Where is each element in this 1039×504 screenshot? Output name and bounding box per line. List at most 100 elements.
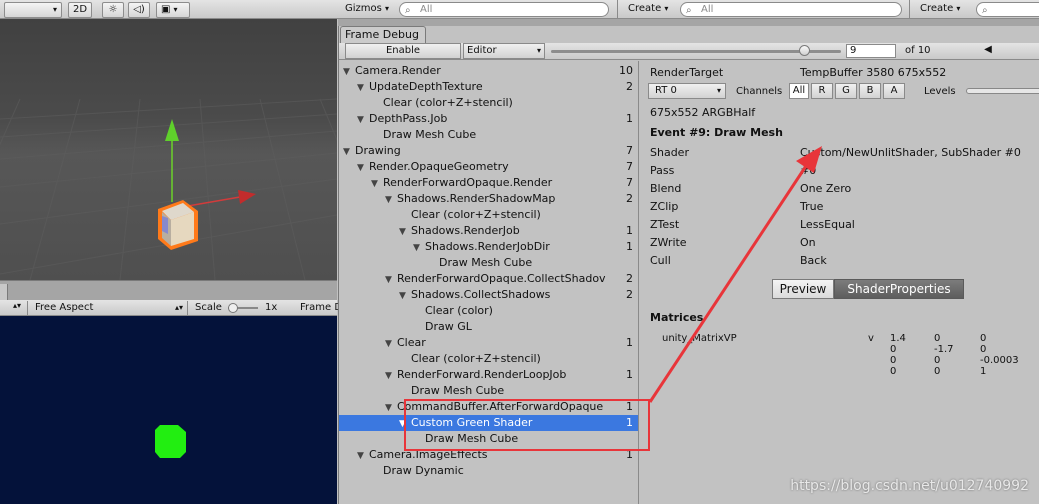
preview-tab[interactable]: Preview bbox=[772, 279, 834, 299]
chevron-down-icon: ▾ bbox=[536, 46, 541, 55]
tree-row[interactable]: ▼ Camera.Render 10 bbox=[339, 63, 638, 80]
sun-icon: ☼ bbox=[108, 4, 118, 15]
audio-toggle-button[interactable]: ◁) bbox=[128, 2, 150, 18]
tree-row[interactable]: ▼ Clear 1 bbox=[339, 335, 638, 352]
tree-row[interactable]: Draw Mesh Cube bbox=[339, 383, 638, 399]
matrices-title: Matrices bbox=[650, 311, 704, 324]
expand-triangle-icon[interactable]: ▼ bbox=[399, 224, 411, 240]
tree-row[interactable]: ▼ Shadows.RenderJobDir 1 bbox=[339, 239, 638, 256]
frame-slider-thumb[interactable] bbox=[799, 45, 810, 56]
tree-row[interactable]: ▼ Shadows.RenderShadowMap 2 bbox=[339, 191, 638, 208]
tree-row[interactable]: ▼ Render.OpaqueGeometry 7 bbox=[339, 159, 638, 176]
game-toolbar: ▴▾ Free Aspect ▴▾ Scale 1x Frame D bbox=[0, 300, 342, 316]
caret-left-icon: ◀ bbox=[984, 44, 992, 55]
tree-row[interactable]: ▼ RenderForward.RenderLoopJob 1 bbox=[339, 367, 638, 384]
expand-triangle-icon[interactable]: ▼ bbox=[413, 240, 425, 256]
tree-row-count: 1 bbox=[626, 112, 633, 125]
tree-row[interactable]: ▼ DepthPass.Job 1 bbox=[339, 111, 638, 128]
hierarchy-search-input[interactable]: ⌕ All bbox=[680, 2, 902, 17]
create-dropdown-right[interactable]: Create ▾ bbox=[916, 2, 972, 18]
tree-row[interactable]: ▼ UpdateDepthTexture 2 bbox=[339, 79, 638, 96]
shading-mode-dropdown[interactable]: ▾ bbox=[4, 2, 62, 18]
x-axis-arrow-icon bbox=[238, 190, 256, 204]
prev-frame-button[interactable]: ◀ bbox=[969, 43, 1007, 59]
matrix-name: unity_MatrixVP bbox=[662, 333, 737, 344]
expand-triangle-icon[interactable]: ▼ bbox=[385, 272, 397, 288]
expand-triangle-icon[interactable]: ▼ bbox=[385, 192, 397, 208]
game-canvas bbox=[155, 425, 186, 458]
expand-triangle-icon[interactable]: ▼ bbox=[399, 288, 411, 304]
frame-debug-toolbar: Enable Editor ▾ 9 of 10 ◀ bbox=[339, 43, 1039, 60]
shader-properties-tab[interactable]: ShaderProperties bbox=[834, 279, 964, 299]
property-value: Back bbox=[800, 254, 827, 267]
chevron-down-icon: ▴▾ bbox=[12, 301, 21, 310]
matrix-cell: -1.7 bbox=[934, 344, 954, 355]
next-frame-button[interactable] bbox=[1007, 43, 1039, 59]
project-toolbar: Create ▾ ⌕ bbox=[909, 0, 1039, 19]
scene-search-input[interactable]: ⌕ All bbox=[399, 2, 609, 17]
effects-dropdown[interactable]: ▣ ▾ bbox=[156, 2, 190, 18]
tree-row[interactable]: Draw Dynamic bbox=[339, 463, 638, 479]
tree-row[interactable]: ▼ Shadows.CollectShadows 2 bbox=[339, 287, 638, 304]
tree-row[interactable]: ▼ RenderForwardOpaque.Render 7 bbox=[339, 175, 638, 192]
tree-row-label: Draw Mesh Cube bbox=[411, 384, 505, 397]
tree-row-label: ▼ Shadows.CollectShadows bbox=[399, 287, 629, 304]
tree-row[interactable]: Clear (color+Z+stencil) bbox=[339, 207, 638, 223]
channel-r-button[interactable]: R bbox=[811, 83, 833, 99]
tree-row[interactable]: Draw Mesh Cube bbox=[339, 255, 638, 271]
target-dropdown[interactable]: Editor ▾ bbox=[463, 43, 545, 59]
expand-triangle-icon[interactable]: ▼ bbox=[385, 400, 397, 416]
tree-row-label: Clear (color+Z+stencil) bbox=[411, 208, 541, 221]
expand-triangle-icon[interactable]: ▼ bbox=[357, 80, 369, 96]
tree-row[interactable]: Draw Mesh Cube bbox=[339, 127, 638, 143]
tree-row[interactable]: ▼ Drawing 7 bbox=[339, 143, 638, 160]
tree-row-count: 1 bbox=[626, 336, 633, 349]
tree-row-count: 2 bbox=[626, 288, 633, 301]
lighting-toggle-button[interactable]: ☼ bbox=[102, 2, 124, 18]
tree-row-label: ▼ Shadows.RenderJobDir bbox=[413, 239, 629, 256]
frame-slider-track[interactable] bbox=[551, 45, 841, 56]
scale-slider-thumb[interactable] bbox=[228, 303, 238, 313]
enable-button[interactable]: Enable bbox=[345, 43, 461, 59]
expand-triangle-icon[interactable]: ▼ bbox=[343, 64, 355, 80]
tree-row-count: 7 bbox=[626, 144, 633, 157]
tree-row[interactable]: Clear (color+Z+stencil) bbox=[339, 351, 638, 367]
levels-slider[interactable] bbox=[966, 88, 1039, 94]
property-value: LessEqual bbox=[800, 218, 855, 231]
channels-label: Channels bbox=[736, 86, 783, 97]
toggle-2d-button[interactable]: 2D bbox=[68, 2, 92, 18]
channel-g-button[interactable]: G bbox=[835, 83, 857, 99]
expand-triangle-icon[interactable]: ▼ bbox=[357, 448, 369, 464]
matrix-cell: 1 bbox=[980, 366, 987, 377]
expand-triangle-icon[interactable]: ▼ bbox=[343, 144, 355, 160]
channel-a-button[interactable]: A bbox=[883, 83, 905, 99]
chevron-down-icon: ▾ bbox=[385, 4, 390, 13]
display-dropdown[interactable]: ▴▾ bbox=[0, 301, 28, 315]
expand-triangle-icon[interactable]: ▼ bbox=[357, 160, 369, 176]
expand-triangle-icon[interactable]: ▼ bbox=[371, 176, 383, 192]
tree-row[interactable]: Clear (color) bbox=[339, 303, 638, 319]
expand-triangle-icon[interactable]: ▼ bbox=[385, 368, 397, 384]
aspect-dropdown[interactable]: Free Aspect ▴▾ bbox=[32, 301, 188, 315]
frame-index-input[interactable]: 9 bbox=[846, 44, 896, 58]
scale-slider[interactable] bbox=[228, 303, 258, 313]
game-tab[interactable] bbox=[0, 284, 8, 301]
tree-row[interactable]: Draw GL bbox=[339, 319, 638, 335]
tree-row[interactable]: ▼ RenderForwardOpaque.CollectShadov 2 bbox=[339, 271, 638, 288]
frame-debug-tab[interactable]: Frame Debug bbox=[340, 26, 426, 43]
scene-view[interactable] bbox=[0, 19, 337, 280]
project-search-input[interactable]: ⌕ bbox=[976, 2, 1039, 17]
tree-row[interactable]: ▼ Shadows.RenderJob 1 bbox=[339, 223, 638, 240]
search-icon: ⌕ bbox=[686, 5, 692, 16]
expand-triangle-icon[interactable]: ▼ bbox=[357, 112, 369, 128]
game-view[interactable] bbox=[0, 316, 337, 504]
gizmos-dropdown[interactable]: Gizmos ▾ bbox=[341, 2, 391, 18]
expand-triangle-icon[interactable]: ▼ bbox=[385, 336, 397, 352]
property-name: ZWrite bbox=[650, 236, 687, 249]
rt-select-dropdown[interactable]: RT 0 ▾ bbox=[648, 83, 726, 99]
scene-toolbar: ▾ 2D ☼ ◁) ▣ ▾ bbox=[0, 0, 337, 19]
channel-all-button[interactable]: All bbox=[789, 83, 809, 99]
create-dropdown-left[interactable]: Create ▾ bbox=[624, 2, 678, 18]
channel-b-button[interactable]: B bbox=[859, 83, 881, 99]
tree-row[interactable]: Clear (color+Z+stencil) bbox=[339, 95, 638, 111]
